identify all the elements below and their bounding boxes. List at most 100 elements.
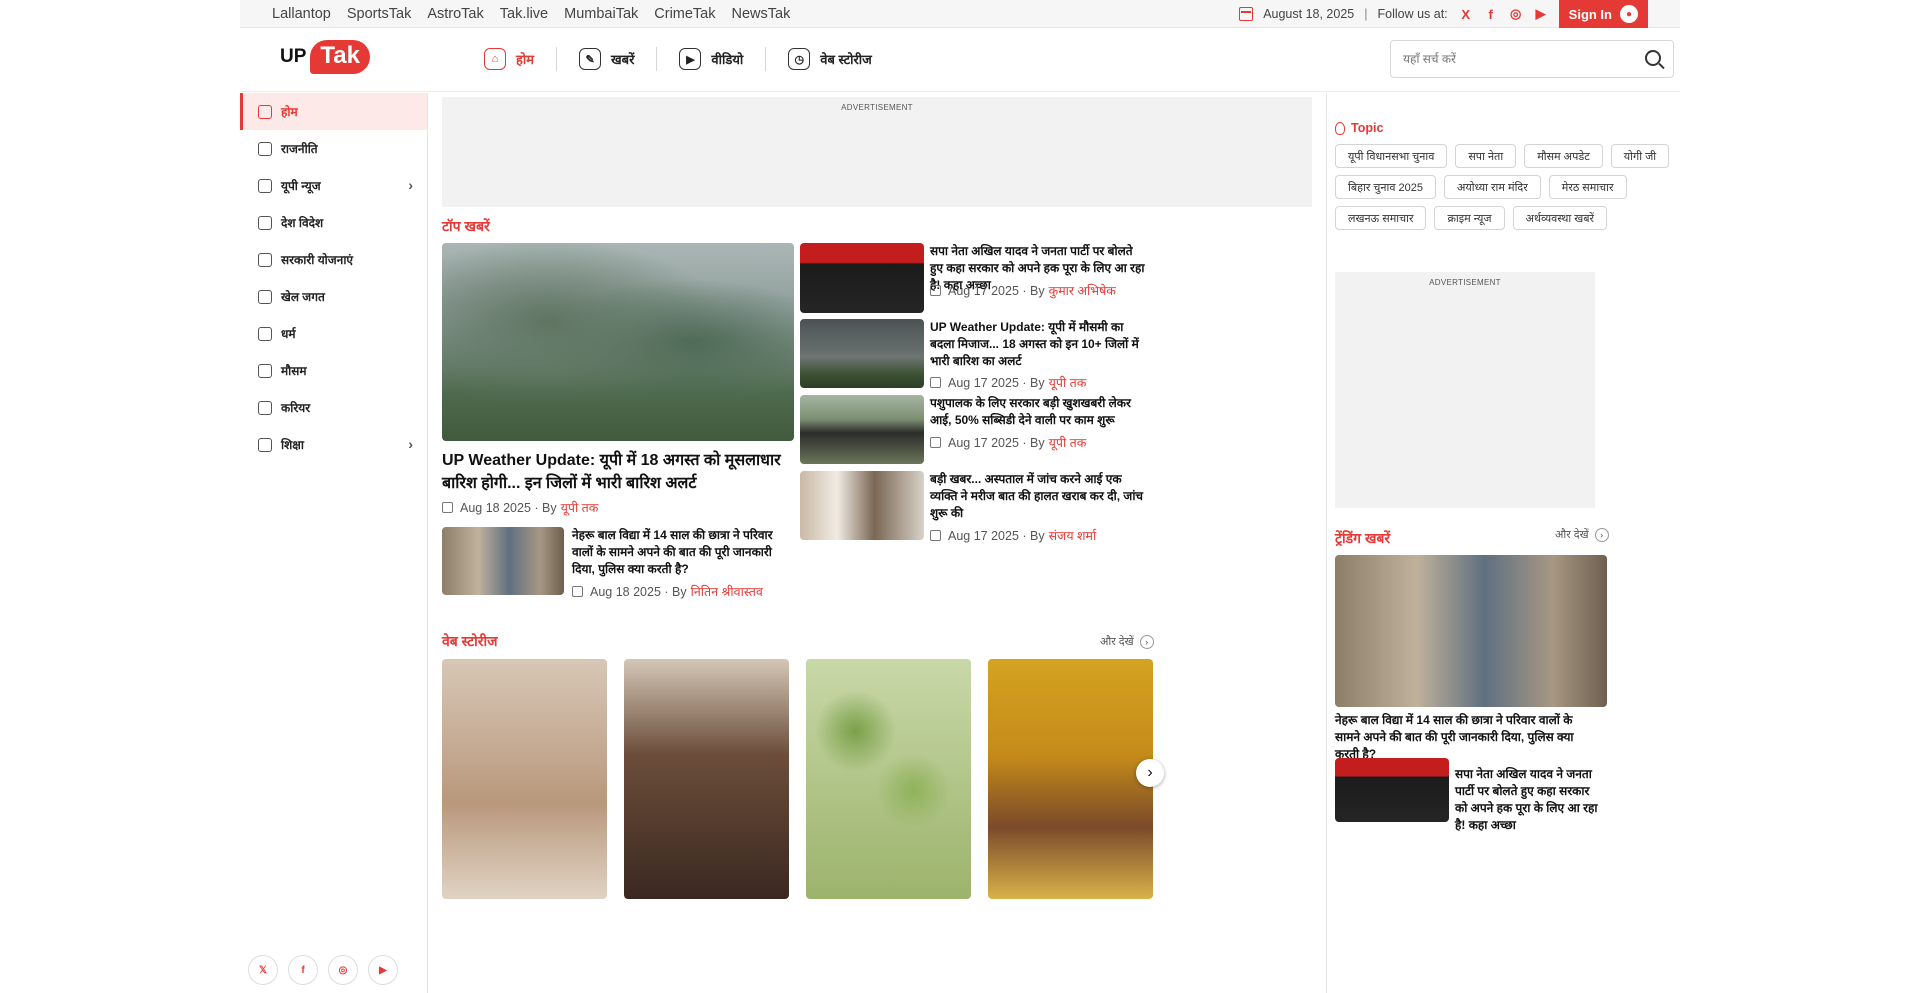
youtube-icon[interactable]: ▶ xyxy=(368,955,398,985)
topic-chips: यूपी विधानसभा चुनाव सपा नेता मौसम अपडेट … xyxy=(1335,144,1675,230)
story-image[interactable] xyxy=(800,395,924,464)
trending-image[interactable] xyxy=(1335,758,1449,822)
topic-chip[interactable]: मेरठ समाचार xyxy=(1548,175,1627,199)
story-meta: Aug 17 2025 · By संजय शर्मा xyxy=(930,527,1096,544)
instagram-icon[interactable]: ◎ xyxy=(1508,6,1524,22)
facebook-icon[interactable]: f xyxy=(1483,7,1499,22)
calendar-icon xyxy=(1239,7,1254,21)
scheme-icon xyxy=(258,252,272,267)
story-author[interactable]: नितिन श्रीवास्तव xyxy=(691,583,763,600)
ad-box[interactable]: ADVERTISEMENT xyxy=(1335,272,1595,508)
web-story-card[interactable] xyxy=(442,659,607,899)
topic-chip[interactable]: योगी जी xyxy=(1610,144,1670,168)
sister-site-link[interactable]: Lallantop xyxy=(272,6,331,22)
see-more-link[interactable]: और देखें › xyxy=(1100,634,1154,649)
sidebar-item-label: सरकारी योजनाएं xyxy=(281,253,354,267)
map-icon xyxy=(258,178,272,193)
story-image[interactable] xyxy=(800,471,924,540)
topic-chip[interactable]: अर्थव्यवस्था खबरें xyxy=(1512,206,1608,230)
nav-news[interactable]: ✎ खबरें xyxy=(557,47,658,71)
logo-up: UP xyxy=(280,46,307,67)
sidebar-item-sports[interactable]: खेल जगत xyxy=(240,278,427,315)
search-input[interactable] xyxy=(1403,49,1623,69)
story-meta: Aug 18 2025 · By नितिन श्रीवास्तव xyxy=(572,583,763,600)
story-image[interactable] xyxy=(800,243,924,313)
carousel-next-button[interactable]: › xyxy=(1136,759,1164,787)
topic-chip[interactable]: सपा नेता xyxy=(1455,144,1517,168)
lead-meta: Aug 18 2025 · By यूपी तक xyxy=(442,499,598,516)
web-story-card[interactable] xyxy=(624,659,789,899)
site-logo[interactable]: UP Tak xyxy=(280,40,370,74)
chevron-right-icon: › xyxy=(408,177,413,193)
sister-site-link[interactable]: Tak.live xyxy=(500,6,548,22)
sister-site-link[interactable]: SportsTak xyxy=(347,6,411,22)
nav-web-stories[interactable]: ◷ वेब स्टोरीज xyxy=(766,47,894,71)
story-author[interactable]: यूपी तक xyxy=(1049,374,1087,391)
sidebar-item-label: राजनीति xyxy=(281,142,318,156)
facebook-icon[interactable]: f xyxy=(288,955,318,985)
sidebar-item-label: मौसम xyxy=(281,364,307,378)
youtube-icon[interactable]: ▶ xyxy=(1533,6,1549,22)
sidebar-item-politics[interactable]: राजनीति xyxy=(240,130,427,167)
lead-title[interactable]: UP Weather Update: यूपी में 18 अगस्त को … xyxy=(442,449,794,495)
story-author[interactable]: संजय शर्मा xyxy=(1049,527,1097,544)
story-title[interactable]: बड़ी खबर... अस्पताल में जांच करने आई एक … xyxy=(930,471,1145,522)
page: Lallantop SportsTak AstroTak Tak.live Mu… xyxy=(240,0,1680,993)
story-author[interactable]: कुमार अभिषेक xyxy=(1049,282,1116,299)
web-story-card[interactable] xyxy=(806,659,971,899)
sign-in-button[interactable]: Sign In ● xyxy=(1558,0,1648,28)
main-nav: ⌂ होम ✎ खबरें ▶ वीडियो ◷ वेब स्टोरीज xyxy=(462,42,894,76)
sister-site-link[interactable]: NewsTak xyxy=(732,6,791,22)
story-title[interactable]: UP Weather Update: यूपी में मौसमी का बदल… xyxy=(930,319,1145,370)
story-image[interactable] xyxy=(800,319,924,388)
see-more-link[interactable]: और देखें › xyxy=(1555,527,1609,542)
sidebar-item-career[interactable]: करियर xyxy=(240,389,427,426)
topic-chip[interactable]: बिहार चुनाव 2025 xyxy=(1335,175,1436,199)
sister-site-link[interactable]: MumbaiTak xyxy=(564,6,638,22)
x-icon[interactable]: 𝕏 xyxy=(248,955,278,985)
nav-videos[interactable]: ▶ वीडियो xyxy=(657,47,767,71)
sidebar-item-world[interactable]: देश विदेश xyxy=(240,204,427,241)
sidebar-item-weather[interactable]: मौसम xyxy=(240,352,427,389)
calendar-icon xyxy=(930,285,941,296)
lead-author[interactable]: यूपी तक xyxy=(561,499,599,516)
topic-heading: Topic xyxy=(1335,121,1383,135)
sister-site-link[interactable]: CrimeTak xyxy=(654,6,715,22)
cloud-icon xyxy=(258,363,272,378)
topic-chip[interactable]: क्राइम न्यूज xyxy=(1434,206,1505,230)
sidebar-item-home[interactable]: होम xyxy=(240,93,427,130)
story-title[interactable]: नेहरू बाल विद्या में 14 साल की छात्रा ने… xyxy=(572,527,787,578)
bulb-icon xyxy=(1335,121,1345,135)
lead-image[interactable] xyxy=(442,243,794,441)
web-story-card[interactable] xyxy=(988,659,1153,899)
chevron-right-icon: › xyxy=(1594,527,1609,542)
trending-title[interactable]: नेहरू बाल विद्या में 14 साल की छात्रा ने… xyxy=(1335,712,1595,763)
calendar-icon xyxy=(930,437,941,448)
politics-icon xyxy=(258,141,272,156)
sign-in-label: Sign In xyxy=(1568,6,1612,22)
social-links: X f ◎ ▶ xyxy=(1458,6,1549,22)
ad-banner[interactable]: ADVERTISEMENT xyxy=(442,97,1312,207)
trending-title[interactable]: सपा नेता अखिल यादव ने जनता पार्टी पर बोल… xyxy=(1455,766,1601,834)
top-news-heading: टॉप खबरें xyxy=(442,218,490,234)
sister-site-link[interactable]: AstroTak xyxy=(427,6,483,22)
sidebar-item-religion[interactable]: धर्म xyxy=(240,315,427,352)
trending-image[interactable] xyxy=(1335,555,1607,707)
sidebar-item-schemes[interactable]: सरकारी योजनाएं xyxy=(240,241,427,278)
x-icon[interactable]: X xyxy=(1458,7,1474,22)
sidebar-item-up-news[interactable]: यूपी न्यूज › xyxy=(240,167,427,204)
chevron-right-icon: › xyxy=(1139,634,1154,649)
story-author[interactable]: यूपी तक xyxy=(1049,434,1087,451)
topic-chip[interactable]: मौसम अपडेट xyxy=(1524,144,1603,168)
topic-chip[interactable]: यूपी विधानसभा चुनाव xyxy=(1335,144,1448,168)
topic-chip[interactable]: अयोध्या राम मंदिर xyxy=(1443,175,1541,199)
instagram-icon[interactable]: ◎ xyxy=(328,955,358,985)
story-title[interactable]: पशुपालक के लिए सरकार बड़ी खुशखबरी लेकर आ… xyxy=(930,395,1145,429)
trending-heading: ट्रेंडिंग खबरें xyxy=(1335,530,1391,546)
story-image[interactable] xyxy=(442,527,564,595)
calendar-icon xyxy=(572,586,583,597)
sidebar-item-education[interactable]: शिक्षा › xyxy=(240,426,427,463)
nav-home[interactable]: ⌂ होम xyxy=(462,47,558,71)
topic-chip[interactable]: लखनऊ समाचार xyxy=(1335,206,1427,230)
search-icon[interactable] xyxy=(1645,50,1661,66)
